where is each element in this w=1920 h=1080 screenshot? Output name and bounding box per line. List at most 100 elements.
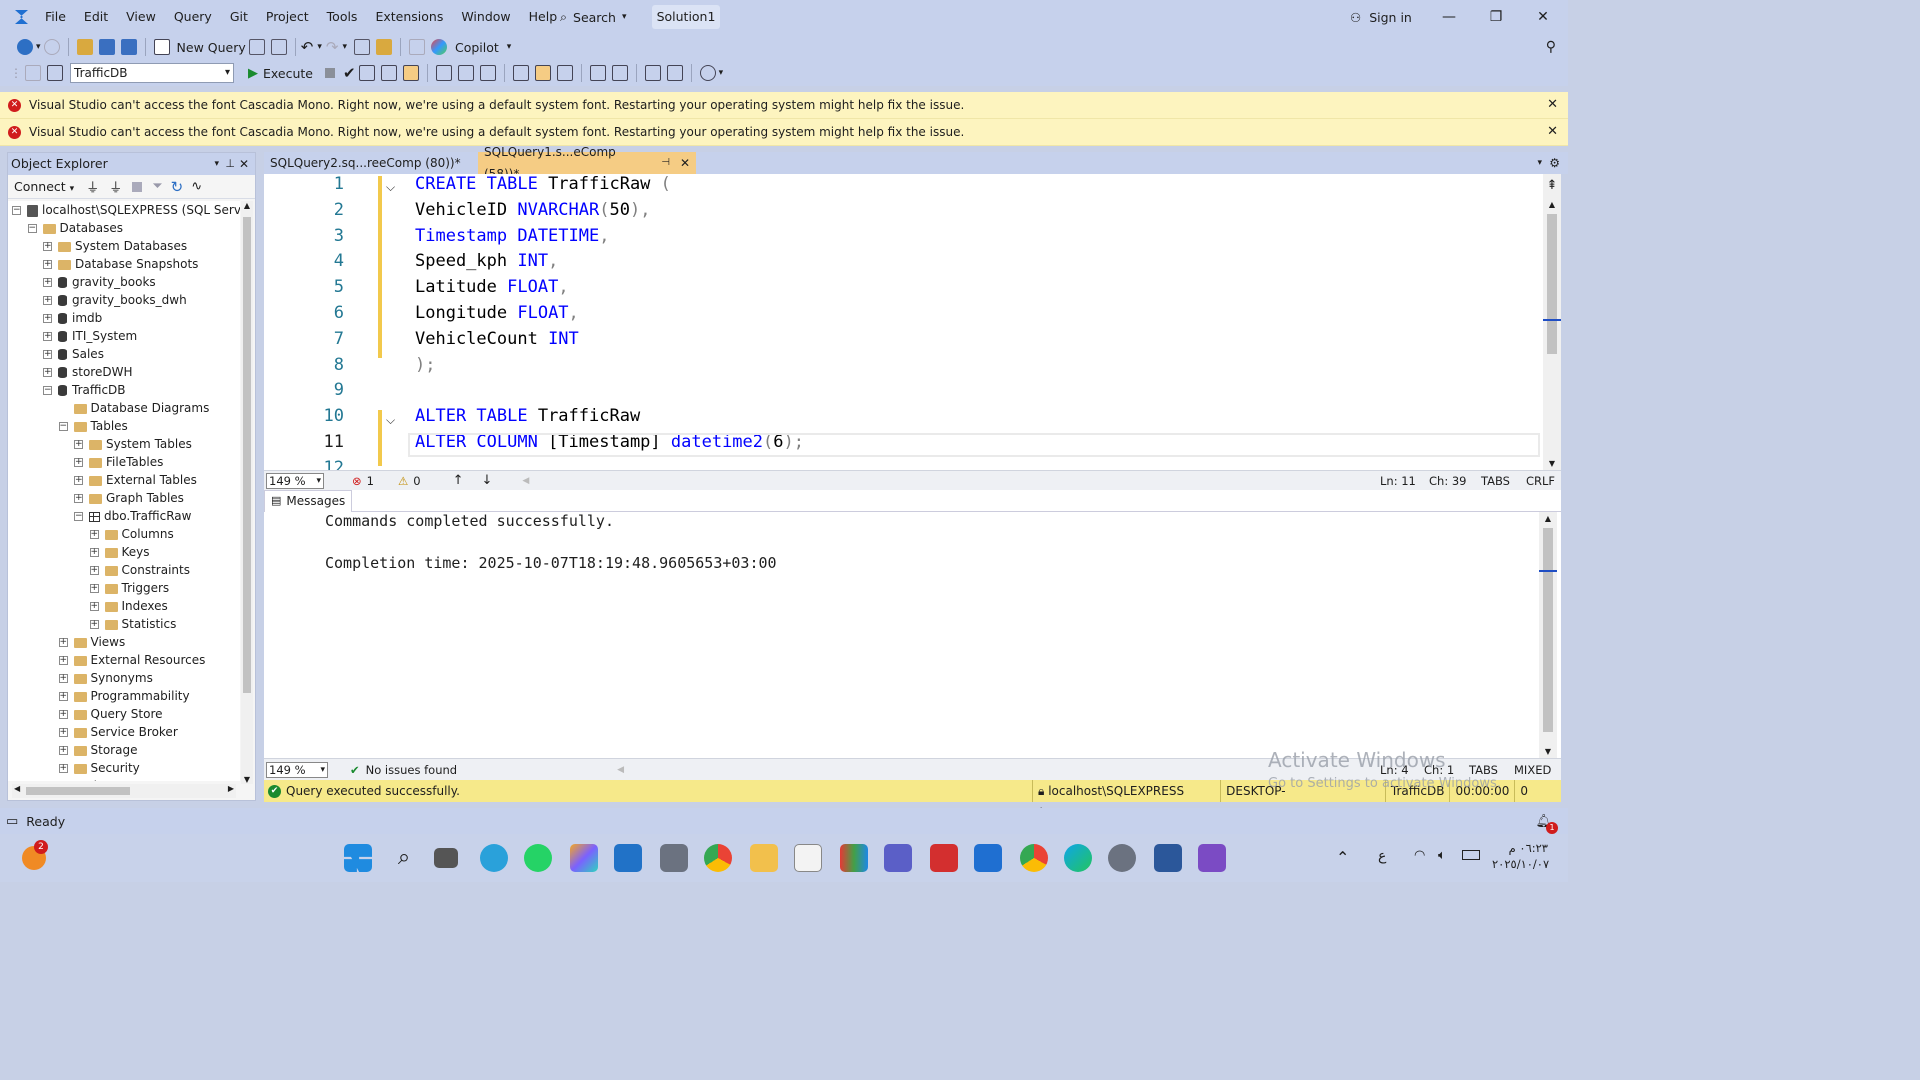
toolbar-overflow-icon[interactable]: ▾ xyxy=(719,68,724,78)
menu-item-extensions[interactable]: Extensions xyxy=(366,0,452,34)
expand-icon[interactable]: + xyxy=(58,674,68,683)
copilot-app-icon[interactable] xyxy=(570,844,598,872)
close-window-button[interactable]: ✕ xyxy=(1520,0,1566,34)
tree-node[interactable]: + Triggers xyxy=(8,579,240,597)
tree-node[interactable]: − localhost\SQLEXPRESS (SQL Server 1 xyxy=(8,201,240,219)
live-stats-icon[interactable] xyxy=(457,65,474,81)
store-icon[interactable] xyxy=(794,844,822,872)
scroll-up-icon[interactable]: ▲ xyxy=(1543,200,1561,209)
tabs-indicator[interactable]: TABS xyxy=(1481,474,1510,488)
editor-vertical-scrollbar[interactable]: ⇞ ▲ ▼ xyxy=(1543,174,1561,470)
tree-node[interactable]: + Columns xyxy=(8,525,240,543)
code-line[interactable]: CREATE TABLE TrafficRaw ( xyxy=(415,174,671,194)
split-icon[interactable]: ⇞ xyxy=(1543,178,1561,193)
chrome-icon[interactable] xyxy=(704,844,732,872)
clock-time[interactable]: ٠٦:٢٣ م xyxy=(1496,841,1548,855)
tree-node[interactable]: + External Resources xyxy=(8,651,240,669)
tree-horizontal-scrollbar[interactable]: ◀ ▶ xyxy=(12,784,236,798)
open-folder-icon[interactable] xyxy=(76,39,93,55)
vscode-icon[interactable] xyxy=(614,844,642,872)
filter-icon[interactable]: ⏷ xyxy=(152,179,162,194)
scroll-thumb[interactable] xyxy=(1543,528,1553,732)
search-box[interactable]: ⌕ Search ▾ xyxy=(560,6,627,28)
results-file-icon[interactable] xyxy=(556,65,573,81)
tree-node[interactable]: + System Databases xyxy=(8,237,240,255)
code-line[interactable]: VehicleCount INT xyxy=(415,329,579,349)
tree-node[interactable]: − dbo.TrafficRaw xyxy=(8,507,240,525)
close-icon[interactable]: ✕ xyxy=(680,152,690,174)
task-view-icon[interactable] xyxy=(434,848,458,868)
uncomment-icon[interactable] xyxy=(611,65,628,81)
collapse-icon[interactable]: − xyxy=(58,422,68,431)
menu-item-window[interactable]: Window xyxy=(452,0,519,34)
menu-item-query[interactable]: Query xyxy=(165,0,221,34)
warning-icon[interactable]: ⚠ xyxy=(398,474,408,488)
scroll-left-icon[interactable]: ◀ xyxy=(617,765,624,775)
tree-node[interactable]: + ITI_System xyxy=(8,327,240,345)
expand-icon[interactable]: + xyxy=(43,332,52,341)
error-icon[interactable]: ⊗ xyxy=(352,474,362,488)
arrow-up-icon[interactable]: ↑ xyxy=(453,473,464,488)
edge-icon[interactable] xyxy=(1064,844,1092,872)
tree-node[interactable]: + FileTables xyxy=(8,453,240,471)
expand-icon[interactable]: + xyxy=(58,728,68,737)
minimize-button[interactable]: — xyxy=(1426,0,1472,34)
tree-node[interactable]: + Programmability xyxy=(8,687,240,705)
analysis-icon[interactable] xyxy=(270,39,287,55)
tab-messages[interactable]: ▤ Messages xyxy=(264,489,353,512)
scroll-right-icon[interactable]: ▶ xyxy=(228,784,234,793)
code-line[interactable]: ALTER TABLE TrafficRaw xyxy=(415,406,640,426)
expand-icon[interactable]: + xyxy=(43,242,52,251)
tab-list-icon[interactable]: ▾ xyxy=(1537,158,1542,168)
tree-node[interactable]: Database Diagrams xyxy=(8,399,240,417)
tabs-indicator[interactable]: TABS xyxy=(1469,763,1498,777)
activity-monitor-icon[interactable] xyxy=(353,39,370,55)
scroll-down-icon[interactable]: ▼ xyxy=(1543,459,1561,468)
tree-node[interactable]: − TrafficDB xyxy=(8,381,240,399)
expand-icon[interactable]: + xyxy=(74,476,83,485)
expand-icon[interactable]: + xyxy=(43,368,52,377)
expand-icon[interactable]: + xyxy=(58,692,68,701)
forward-icon[interactable] xyxy=(43,39,60,55)
code-line[interactable]: Speed_kph INT, xyxy=(415,251,558,271)
code-editor[interactable]: 1 2 3 4 5 6 7 8 9 10 11 12 CREATE TABLE TrafficRaw (… xyxy=(264,174,1561,470)
execute-button[interactable]: ▶ Execute xyxy=(248,66,313,81)
undo-icon[interactable]: ↶ xyxy=(301,38,314,56)
start-button-icon[interactable] xyxy=(344,844,372,872)
menu-item-tools[interactable]: Tools xyxy=(318,0,367,34)
expand-icon[interactable]: + xyxy=(58,764,68,773)
redo-icon[interactable]: ↷ xyxy=(326,38,339,56)
wps-icon[interactable] xyxy=(930,844,958,872)
chevron-down-icon[interactable]: ▾ xyxy=(317,42,322,52)
error-count[interactable]: 1 xyxy=(367,474,374,488)
activity-icon[interactable]: ∿ xyxy=(191,179,202,194)
connect-icon[interactable] xyxy=(25,65,41,81)
restore-button[interactable]: ❐ xyxy=(1473,0,1519,34)
expand-icon[interactable]: + xyxy=(89,548,99,557)
word-icon[interactable] xyxy=(1154,844,1182,872)
tree-node[interactable]: +Security xyxy=(8,777,240,781)
expand-icon[interactable]: + xyxy=(43,350,52,359)
wifi-icon[interactable]: ◠ xyxy=(1414,848,1425,863)
output-icon[interactable]: ▭ xyxy=(6,814,18,829)
results-to-text-icon[interactable] xyxy=(402,65,419,81)
tree-node[interactable]: + Keys xyxy=(8,543,240,561)
comment-icon[interactable] xyxy=(589,65,606,81)
expand-icon[interactable]: + xyxy=(89,602,99,611)
warning-count[interactable]: 0 xyxy=(413,474,420,488)
tray-expand-icon[interactable]: ⌃ xyxy=(1336,848,1349,867)
disconnect-icon[interactable]: ⏚ xyxy=(109,177,122,196)
solution-name[interactable]: Solution1 xyxy=(652,5,720,29)
tree-node[interactable]: +Security xyxy=(8,759,240,777)
scroll-up-icon[interactable]: ▲ xyxy=(241,201,253,210)
database-select[interactable]: TrafficDB xyxy=(70,63,234,83)
file-explorer-icon[interactable] xyxy=(750,844,778,872)
scroll-up-icon[interactable]: ▲ xyxy=(1539,514,1557,523)
close-icon[interactable]: ✕ xyxy=(1547,97,1558,112)
visual-studio-icon[interactable] xyxy=(1198,844,1226,872)
arrow-down-icon[interactable]: ↓ xyxy=(482,473,493,488)
expand-icon[interactable]: + xyxy=(58,638,68,647)
scroll-left-icon[interactable]: ◀ xyxy=(14,784,20,793)
camera-icon[interactable] xyxy=(660,844,688,872)
collapse-icon[interactable]: ⌵ xyxy=(386,180,395,195)
